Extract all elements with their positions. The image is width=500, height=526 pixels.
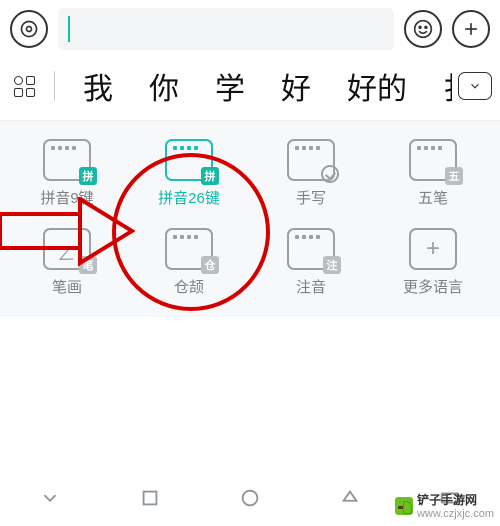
candidate-item[interactable]: 好的	[329, 64, 425, 108]
keyboard-label: 笔画	[52, 276, 82, 297]
nav-menu-icon[interactable]	[39, 487, 61, 509]
watermark-name: 铲子手游网	[417, 491, 494, 508]
keyboard-icon: 仓	[165, 228, 213, 270]
keyboard-icon: 拼	[165, 139, 213, 181]
keyboard-icon	[287, 139, 335, 181]
keyboard-label: 拼音9键	[40, 187, 93, 208]
candidate-item[interactable]: 扌	[425, 64, 452, 108]
target-icon[interactable]	[10, 10, 48, 48]
keyboard-label: 手写	[296, 187, 326, 208]
keyboard-layout-panel: 拼 拼音9键 拼 拼音26键 手写 五 五笔 ㄥ笔 笔画 仓 仓颉 注 注音 +…	[0, 121, 500, 317]
keyboard-icon: 五	[409, 139, 457, 181]
divider	[54, 71, 55, 101]
keyboard-label: 拼音26键	[158, 187, 220, 208]
candidate-item[interactable]: 学	[197, 64, 263, 108]
app-grid-icon[interactable]	[10, 72, 38, 100]
keyboard-layout-option[interactable]: 手写	[261, 139, 361, 208]
plus-icon[interactable]	[452, 10, 490, 48]
watermark-logo-icon	[395, 497, 413, 515]
nav-back-icon[interactable]	[339, 487, 361, 509]
emoji-icon[interactable]	[404, 10, 442, 48]
keyboard-icon: ㄥ笔	[43, 228, 91, 270]
top-bar	[0, 0, 500, 60]
keyboard-layout-option[interactable]: 五 五笔	[383, 139, 483, 208]
keyboard-label: 仓颉	[174, 276, 204, 297]
nav-home-icon[interactable]	[239, 487, 261, 509]
keyboard-layout-option[interactable]: 拼 拼音9键	[17, 139, 117, 208]
layout-row: 拼 拼音9键 拼 拼音26键 手写 五 五笔	[0, 129, 500, 218]
keyboard-icon: +	[409, 228, 457, 270]
keyboard-icon: 注	[287, 228, 335, 270]
caret	[68, 16, 70, 42]
watermark: 铲子手游网 www.czjxjc.com	[395, 491, 494, 520]
candidate-item[interactable]: 好	[263, 64, 329, 108]
text-input[interactable]	[58, 8, 394, 50]
keyboard-layout-option[interactable]: ㄥ笔 笔画	[17, 228, 117, 297]
keyboard-layout-option[interactable]: + 更多语言	[383, 228, 483, 297]
candidate-item[interactable]: 你	[131, 64, 197, 108]
keyboard-label: 五笔	[418, 187, 448, 208]
keyboard-label: 注音	[296, 276, 326, 297]
keyboard-icon: 拼	[43, 139, 91, 181]
keyboard-label: 更多语言	[403, 276, 463, 297]
candidate-bar: 我 你 学 好 好的 扌	[0, 60, 500, 121]
keyboard-layout-option[interactable]: 拼 拼音26键	[139, 139, 239, 208]
keyboard-layout-option[interactable]: 注 注音	[261, 228, 361, 297]
candidate-item[interactable]: 我	[65, 64, 131, 108]
keyboard-layout-option[interactable]: 仓 仓颉	[139, 228, 239, 297]
expand-candidates-button[interactable]	[458, 72, 492, 100]
layout-row: ㄥ笔 笔画 仓 仓颉 注 注音 + 更多语言	[0, 218, 500, 307]
nav-recent-icon[interactable]	[139, 487, 161, 509]
watermark-url: www.czjxjc.com	[417, 508, 494, 520]
candidate-list: 我 你 学 好 好的 扌	[65, 64, 452, 108]
